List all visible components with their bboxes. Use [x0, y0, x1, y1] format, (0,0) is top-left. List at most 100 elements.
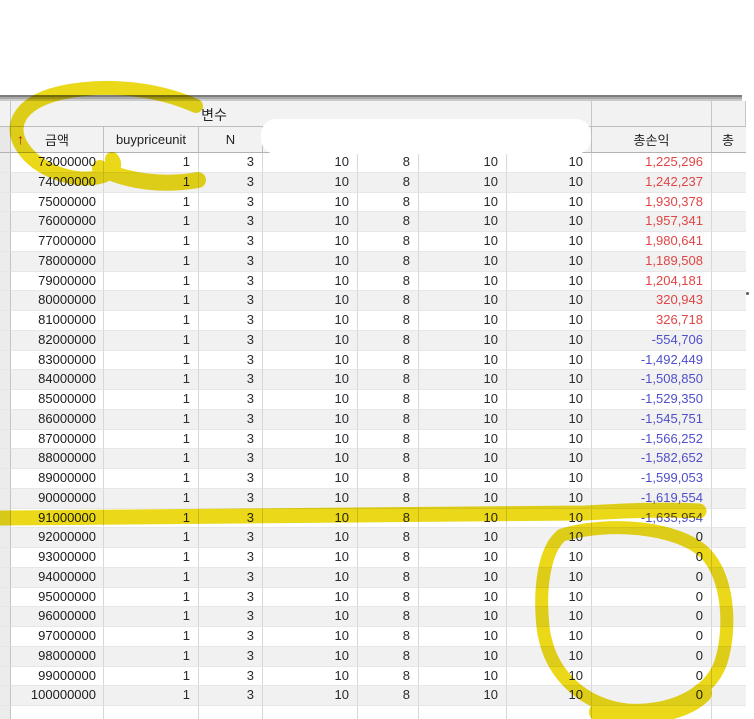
column-header-total-pnl[interactable]: 총손익	[592, 127, 712, 153]
cell-next	[712, 272, 746, 292]
table-row[interactable]: 89000000131081010-1,599,053	[0, 469, 746, 489]
cell-p2: 8	[358, 252, 419, 272]
table-row[interactable]: 83000000131081010-1,492,449	[0, 351, 746, 371]
cell-unit: 1	[104, 331, 199, 351]
cell-p1: 10	[263, 291, 358, 311]
table-row[interactable]: 84000000131081010-1,508,850	[0, 370, 746, 390]
cell-p2: 8	[358, 489, 419, 509]
cell-p3: 10	[419, 509, 507, 529]
table-row[interactable]: 920000001310810100	[0, 528, 746, 548]
cell-gutter	[0, 430, 11, 450]
table-row[interactable]: 85000000131081010-1,529,350	[0, 390, 746, 410]
cell-pnl: -1,529,350	[592, 390, 712, 410]
cell-pnl: 1,204,181	[592, 272, 712, 292]
cell-p2: 8	[358, 568, 419, 588]
table-row[interactable]: 950000001310810100	[0, 588, 746, 608]
sort-ascending-icon: ↑	[17, 131, 24, 147]
cell-p1: 10	[263, 252, 358, 272]
cell-unit: 1	[104, 430, 199, 450]
cell-n: 3	[199, 370, 263, 390]
cell-p3: 10	[419, 489, 507, 509]
table-row[interactable]: 80000000131081010320,943	[0, 291, 746, 311]
cell-p4: 10	[507, 390, 592, 410]
cell-amount: 98000000	[11, 647, 104, 667]
column-header-buypriceunit[interactable]: buypriceunit	[104, 127, 199, 153]
table-row[interactable]: 790000001310810101,204,181	[0, 272, 746, 292]
cell-p2: 8	[358, 193, 419, 213]
cell-amount	[11, 706, 104, 719]
column-header-next-partial[interactable]: 총	[712, 127, 746, 153]
cell-p1: 10	[263, 627, 358, 647]
cell-gutter	[0, 548, 11, 568]
table-row[interactable]: 980000001310810100	[0, 647, 746, 667]
cell-n: 3	[199, 212, 263, 232]
cell-p2: 8	[358, 272, 419, 292]
cell-unit: 1	[104, 509, 199, 529]
column-header-amount[interactable]: ↑ 금액	[11, 127, 104, 153]
table-row[interactable]: 87000000131081010-1,566,252	[0, 430, 746, 450]
cell-p4: 10	[507, 232, 592, 252]
cell-p1: 10	[263, 311, 358, 331]
table-row[interactable]: 1000000001310810100	[0, 686, 746, 706]
table-row[interactable]: 770000001310810101,980,641	[0, 232, 746, 252]
cell-amount: 81000000	[11, 311, 104, 331]
table-row[interactable]: 88000000131081010-1,582,652	[0, 449, 746, 469]
cell-p1: 10	[263, 390, 358, 410]
stray-dot	[746, 292, 749, 295]
cell-amount: 88000000	[11, 449, 104, 469]
cell-gutter	[0, 449, 11, 469]
cell-p2: 8	[358, 607, 419, 627]
cell-p2: 8	[358, 410, 419, 430]
cell-p2: 8	[358, 528, 419, 548]
table-row[interactable]: 730000001310810101,225,296	[0, 153, 746, 173]
cell-unit: 1	[104, 627, 199, 647]
cell-p1: 10	[263, 607, 358, 627]
cell-unit: 1	[104, 232, 199, 252]
cell-pnl: -1,635,954	[592, 509, 712, 529]
table-row[interactable]: 930000001310810100	[0, 548, 746, 568]
cell-p3: 10	[419, 449, 507, 469]
table-row[interactable]: 91000000131081010-1,635,954	[0, 509, 746, 529]
cell-unit: 1	[104, 489, 199, 509]
table-row[interactable]: 780000001310810101,189,508	[0, 252, 746, 272]
table-row[interactable]: 740000001310810101,242,237	[0, 173, 746, 193]
table-row[interactable]: 81000000131081010326,718	[0, 311, 746, 331]
cell-p4: 10	[507, 509, 592, 529]
cell-gutter	[0, 331, 11, 351]
cell-next	[712, 509, 746, 529]
cell-p1: 10	[263, 410, 358, 430]
cell-n: 3	[199, 489, 263, 509]
table-row[interactable]: 970000001310810100	[0, 627, 746, 647]
cell-unit: 1	[104, 449, 199, 469]
cell-p2: 8	[358, 153, 419, 173]
cell-p4: 10	[507, 469, 592, 489]
cell-p2: 8	[358, 370, 419, 390]
table-row[interactable]: 82000000131081010-554,706	[0, 331, 746, 351]
cell-amount: 96000000	[11, 607, 104, 627]
cell-next	[712, 706, 746, 719]
table-row[interactable]: 750000001310810101,930,378	[0, 193, 746, 213]
cell-p3: 10	[419, 430, 507, 450]
cell-p4: 10	[507, 212, 592, 232]
cell-unit: 1	[104, 686, 199, 706]
cell-n: 3	[199, 607, 263, 627]
column-header-n[interactable]: N	[199, 127, 263, 153]
cell-p3: 10	[419, 212, 507, 232]
cell-gutter	[0, 351, 11, 371]
cell-p1: 10	[263, 528, 358, 548]
table-row[interactable]: 990000001310810100	[0, 667, 746, 687]
table-row[interactable]: 760000001310810101,957,341	[0, 212, 746, 232]
cell-next	[712, 291, 746, 311]
cell-p4: 10	[507, 686, 592, 706]
table-row[interactable]: 940000001310810100	[0, 568, 746, 588]
table-row[interactable]	[0, 706, 746, 719]
cell-p2: 8	[358, 647, 419, 667]
cell-p3: 10	[419, 351, 507, 371]
table-row[interactable]: 90000000131081010-1,619,554	[0, 489, 746, 509]
amount-header-label: 금액	[45, 130, 69, 149]
cell-unit: 1	[104, 272, 199, 292]
table-row[interactable]: 86000000131081010-1,545,751	[0, 410, 746, 430]
table-row[interactable]: 960000001310810100	[0, 607, 746, 627]
cell-pnl: 1,980,641	[592, 232, 712, 252]
cell-pnl: 1,225,296	[592, 153, 712, 173]
